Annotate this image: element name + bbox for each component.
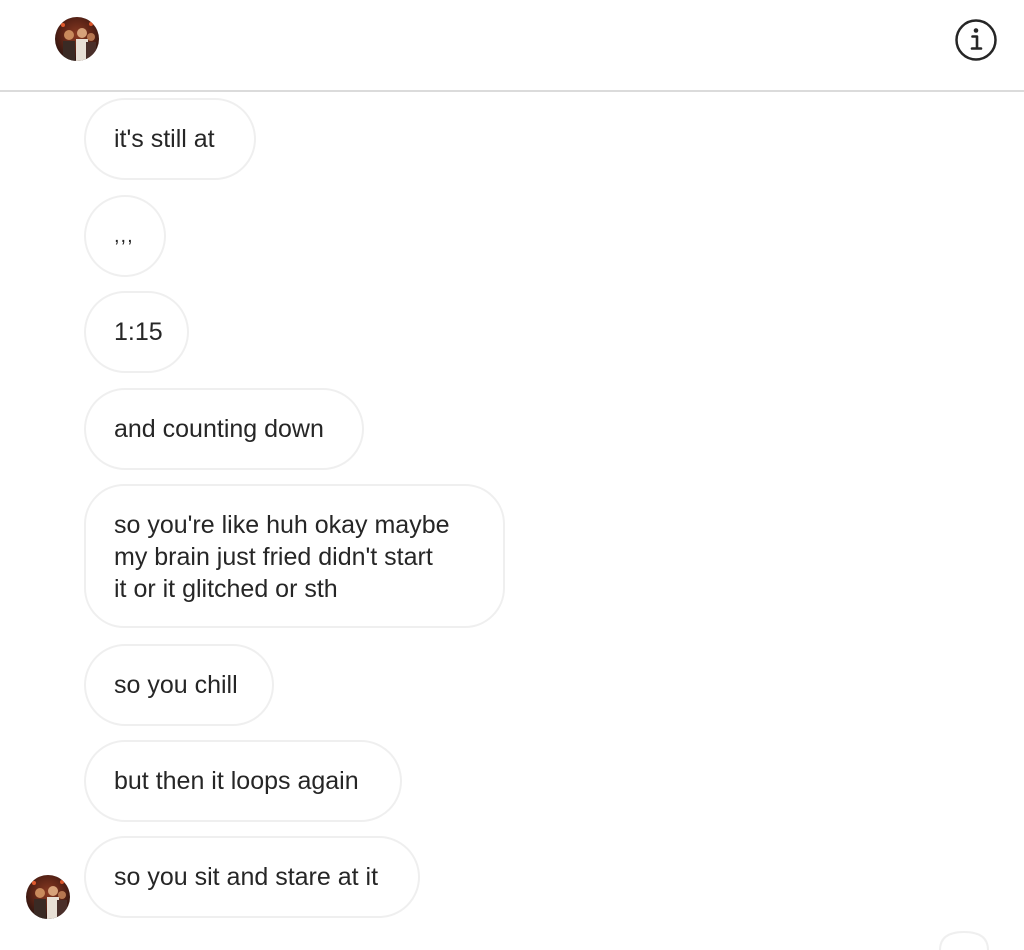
contact-avatar[interactable] xyxy=(55,17,99,61)
info-icon[interactable] xyxy=(954,18,998,62)
sender-avatar[interactable] xyxy=(26,875,70,919)
message-bubble[interactable]: so you're like huh okay maybe my brain j… xyxy=(84,484,505,628)
message-text: but then it loops again xyxy=(114,767,359,795)
next-bubble-edge xyxy=(938,930,990,950)
message-text: ,,, xyxy=(114,225,134,247)
message-bubble[interactable]: so you sit and stare at it xyxy=(84,836,420,918)
message-text: 1:15 xyxy=(114,318,163,346)
message-text: so you sit and stare at it xyxy=(114,863,379,891)
message-bubble[interactable]: and counting down xyxy=(84,388,364,470)
message-text: it's still at xyxy=(114,125,215,153)
message-text-line: my brain just fried didn't start xyxy=(114,543,433,571)
conversation-header xyxy=(0,0,1024,92)
message-bubble[interactable]: but then it loops again xyxy=(84,740,402,822)
message-text-line: so you're like huh okay maybe xyxy=(114,511,450,539)
message-bubble[interactable]: ,,, xyxy=(84,195,166,277)
message-text-line: it or it glitched or sth xyxy=(114,575,338,603)
message-thread: it's still at ,,, 1:15 and counting down… xyxy=(0,92,1024,950)
message-text: so you chill xyxy=(114,671,238,699)
message-bubble[interactable]: so you chill xyxy=(84,644,274,726)
message-bubble[interactable]: it's still at xyxy=(84,98,256,180)
message-text: and counting down xyxy=(114,415,324,443)
message-bubble[interactable]: 1:15 xyxy=(84,291,189,373)
